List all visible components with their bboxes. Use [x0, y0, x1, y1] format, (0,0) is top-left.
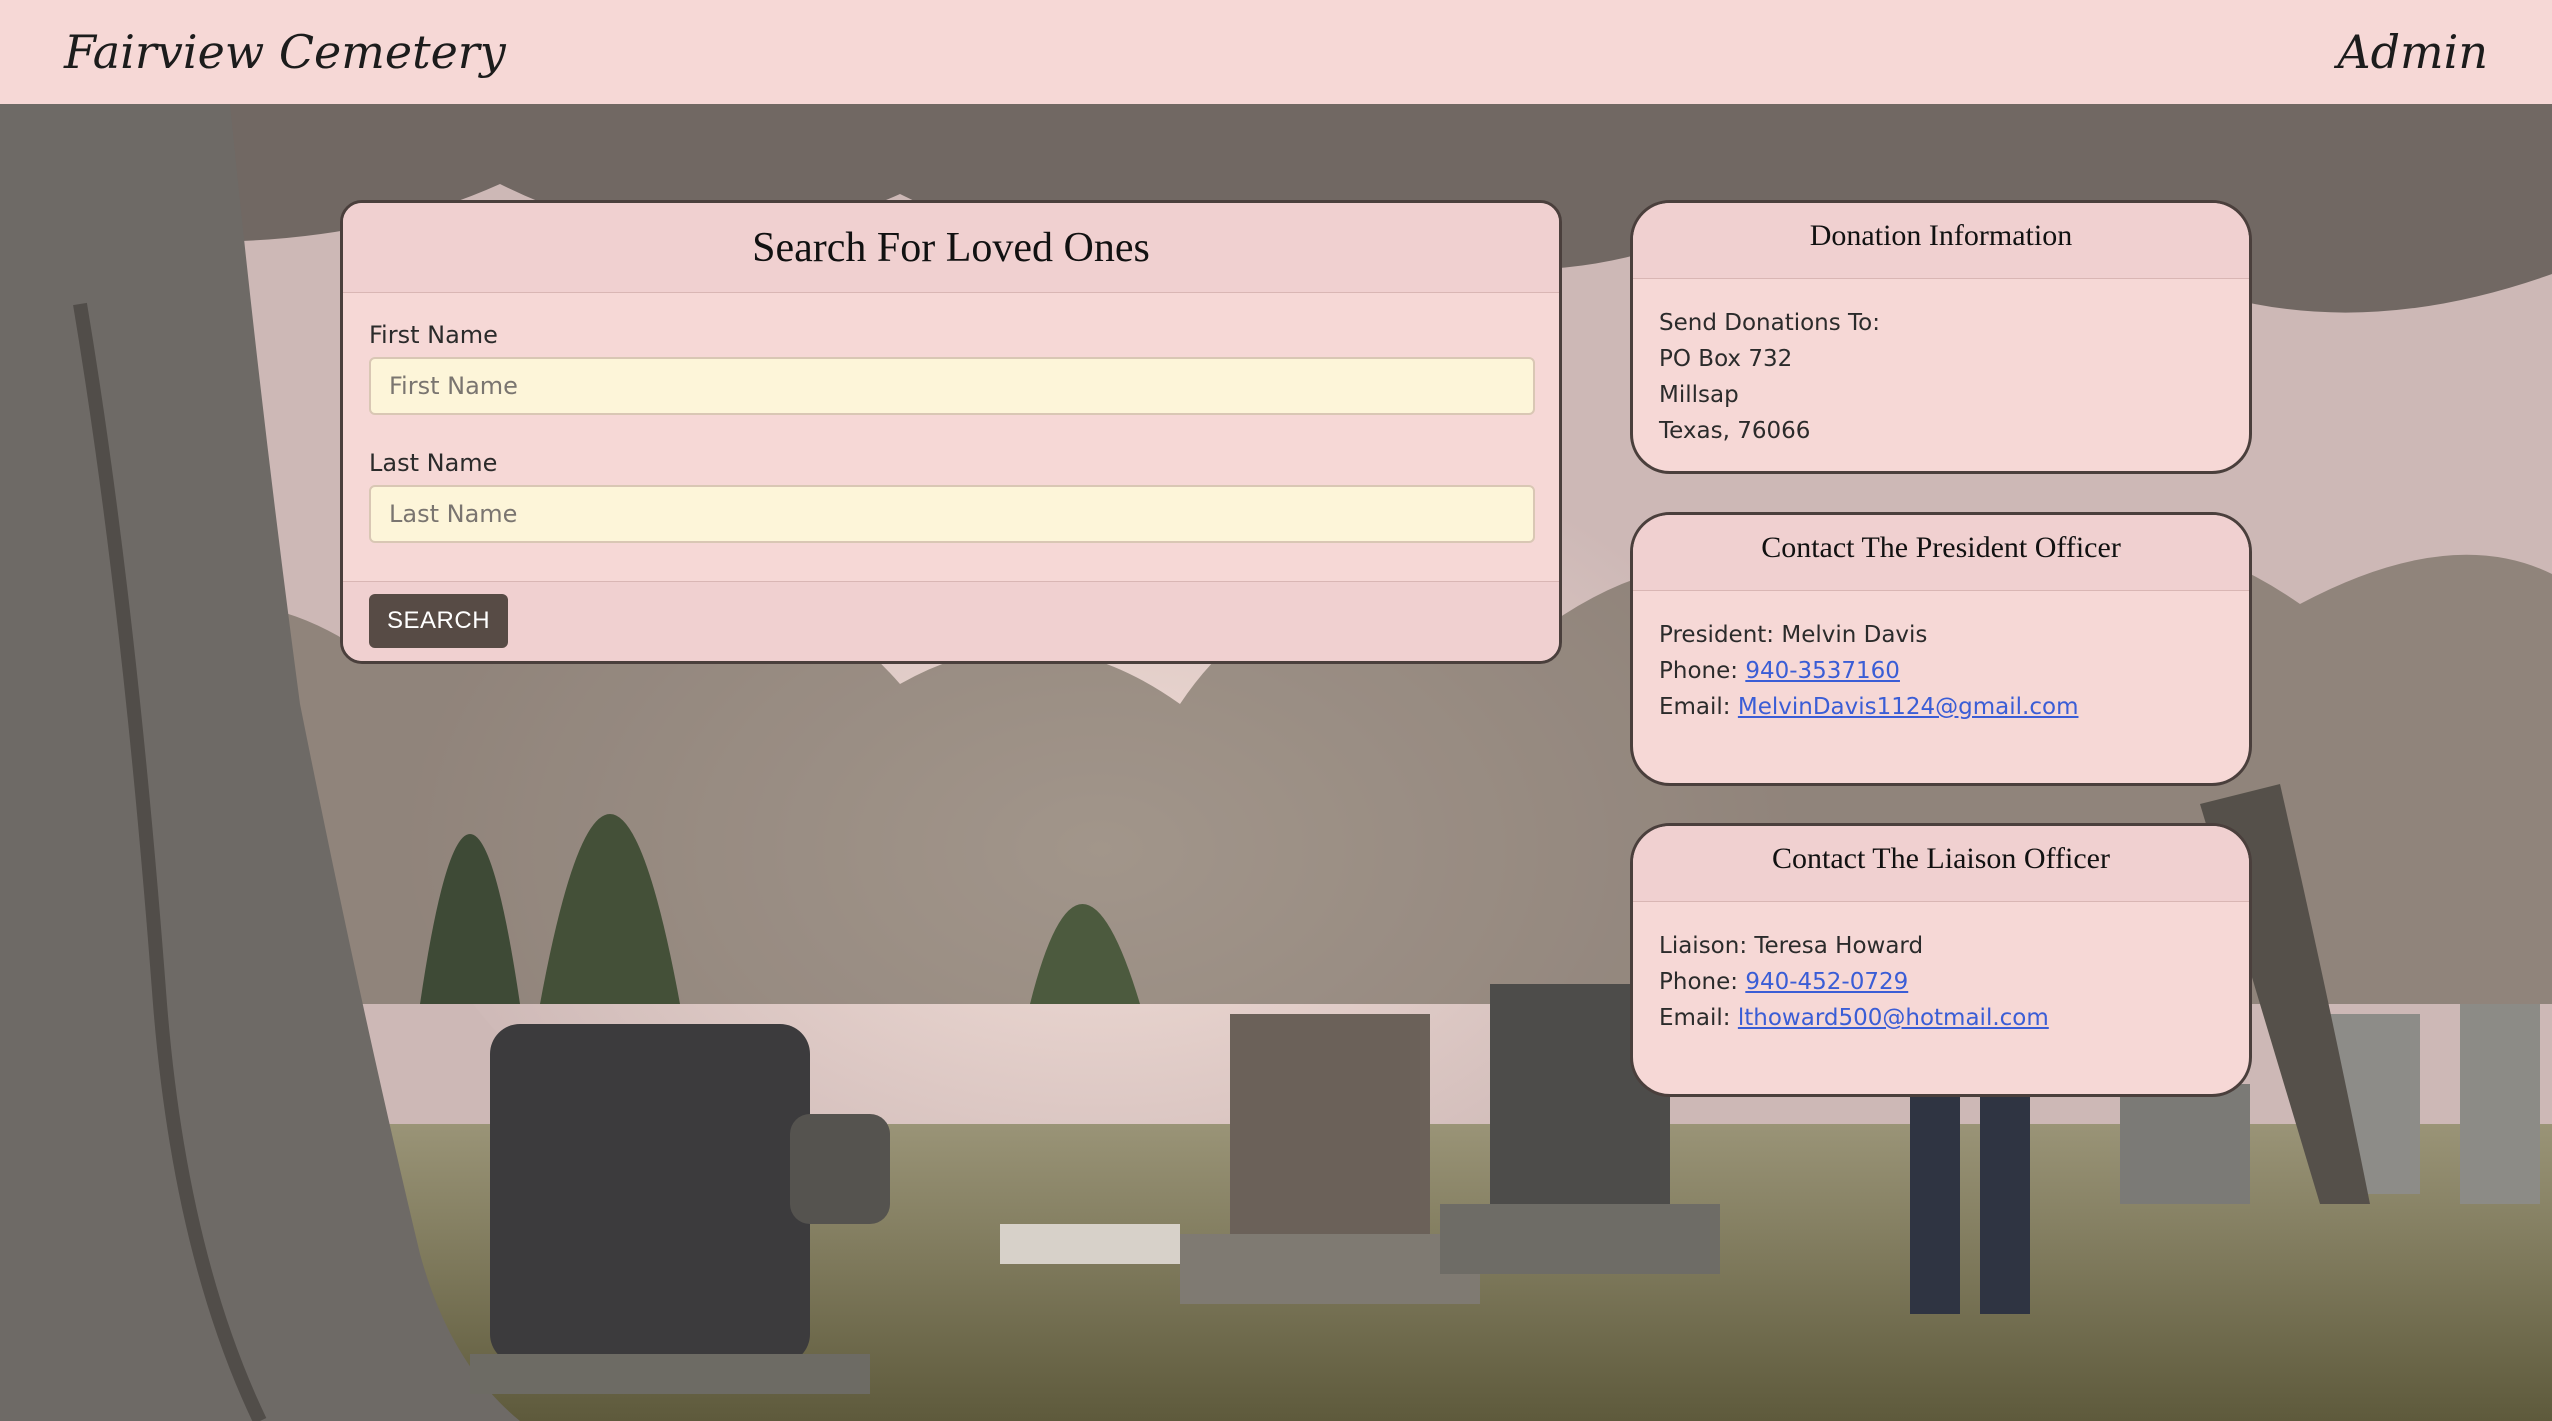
email-label: Email: — [1659, 1005, 1731, 1031]
search-card-footer: SEARCH — [343, 581, 1559, 661]
first-name-label: First Name — [369, 321, 498, 349]
liaison-contact-card: Contact The Liaison Officer Liaison: Ter… — [1630, 823, 2252, 1097]
last-name-label: Last Name — [369, 449, 498, 477]
donation-line: Send Donations To: — [1659, 310, 1881, 336]
liaison-name: Liaison: Teresa Howard — [1659, 933, 1924, 959]
liaison-email-link[interactable]: lthoward500@hotmail.com — [1738, 1005, 2049, 1031]
donation-line: Millsap — [1659, 382, 1739, 408]
brand-logo-link[interactable]: Fairview Cemetery — [64, 25, 506, 79]
president-card-title: Contact The President Officer — [1633, 515, 2249, 591]
donation-card: Donation Information Send Donations To: … — [1630, 200, 2252, 474]
liaison-phone-row: Phone: 940-452-0729 — [1659, 964, 2223, 1000]
first-name-input[interactable] — [369, 357, 1535, 415]
email-label: Email: — [1659, 694, 1731, 720]
president-phone-link[interactable]: 940-3537160 — [1745, 658, 1900, 684]
search-card: Search For Loved Ones First Name Last Na… — [340, 200, 1562, 664]
donation-line: Texas, 76066 — [1659, 418, 1811, 444]
search-form: First Name Last Name — [343, 293, 1559, 581]
president-email-row: Email: MelvinDavis1124@gmail.com — [1659, 689, 2223, 725]
liaison-card-title: Contact The Liaison Officer — [1633, 826, 2249, 902]
admin-link[interactable]: Admin — [2337, 25, 2488, 79]
president-email-link[interactable]: MelvinDavis1124@gmail.com — [1738, 694, 2079, 720]
search-card-title: Search For Loved Ones — [343, 203, 1559, 293]
liaison-email-row: Email: lthoward500@hotmail.com — [1659, 1000, 2223, 1036]
president-contact-card: Contact The President Officer President:… — [1630, 512, 2252, 786]
last-name-input[interactable] — [369, 485, 1535, 543]
search-button[interactable]: SEARCH — [369, 594, 509, 648]
phone-label: Phone: — [1659, 658, 1738, 684]
donation-body: Send Donations To: PO Box 732 Millsap Te… — [1633, 279, 2249, 471]
president-body: President: Melvin Davis Phone: 940-35371… — [1633, 591, 2249, 751]
donation-line: PO Box 732 — [1659, 346, 1793, 372]
liaison-phone-link[interactable]: 940-452-0729 — [1745, 969, 1908, 995]
donation-card-title: Donation Information — [1633, 203, 2249, 279]
phone-label: Phone: — [1659, 969, 1738, 995]
liaison-body: Liaison: Teresa Howard Phone: 940-452-07… — [1633, 902, 2249, 1062]
president-phone-row: Phone: 940-3537160 — [1659, 653, 2223, 689]
president-name: President: Melvin Davis — [1659, 622, 1928, 648]
top-navbar: Fairview Cemetery Admin — [0, 0, 2552, 104]
